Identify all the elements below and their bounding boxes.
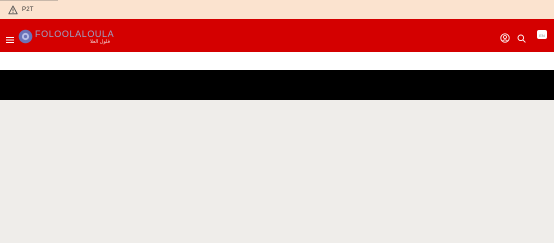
sub-header-strip bbox=[0, 52, 554, 70]
warning-text: P2T bbox=[22, 6, 34, 13]
banner bbox=[0, 70, 554, 100]
logo-subtitle: فلول العلا bbox=[90, 39, 110, 45]
warning-divider bbox=[0, 0, 58, 1]
warning-triangle-icon bbox=[8, 5, 18, 15]
language-toggle-button[interactable]: EN bbox=[537, 30, 547, 39]
search-icon[interactable] bbox=[517, 30, 526, 43]
site-header: FOLOOLALOULA فلول العلا EN bbox=[0, 19, 554, 52]
hamburger-menu-icon[interactable] bbox=[6, 31, 14, 43]
logo-emblem-icon bbox=[18, 29, 33, 44]
user-profile-icon[interactable] bbox=[500, 30, 510, 43]
logo-name: FOLOOLALOULA bbox=[35, 29, 115, 39]
warning-bar: P2T bbox=[0, 0, 554, 19]
site-logo[interactable]: FOLOOLALOULA فلول العلا bbox=[18, 26, 126, 48]
page-content bbox=[0, 100, 554, 243]
